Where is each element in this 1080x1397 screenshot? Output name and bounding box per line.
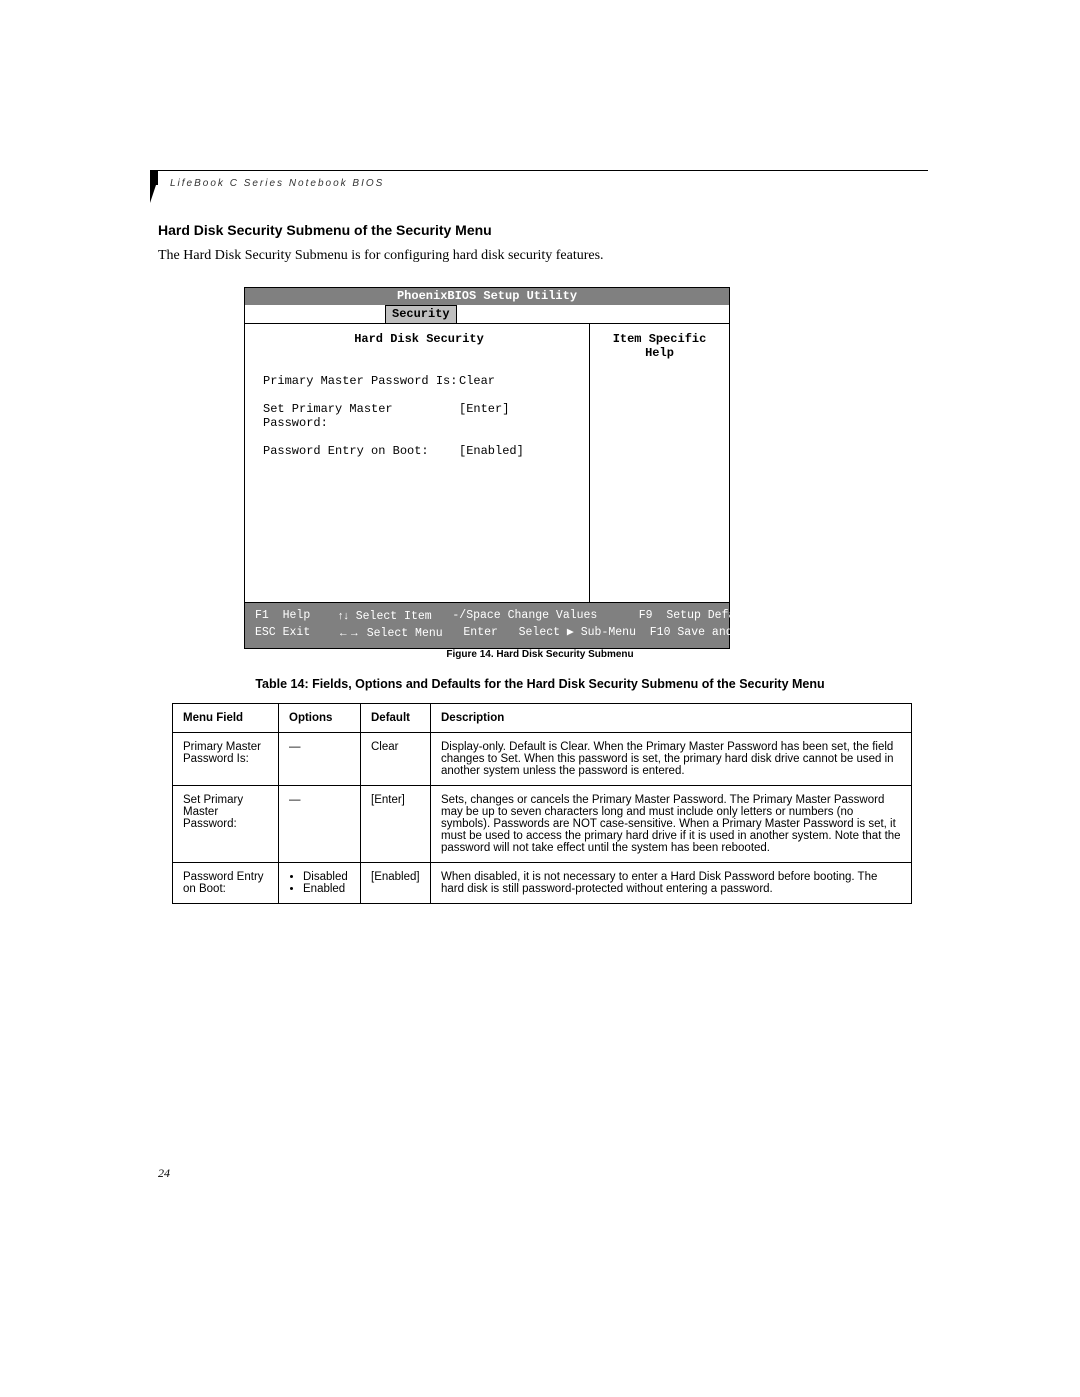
key-action: Exit xyxy=(283,626,311,639)
key-f1: F1 xyxy=(255,609,269,622)
page-number: 24 xyxy=(158,1166,170,1181)
option-item: Disabled xyxy=(303,871,350,883)
key-action: Help xyxy=(283,609,311,622)
cell-default: [Enabled] xyxy=(361,863,431,904)
cell-menu-field: Set Primary Master Password: xyxy=(173,786,279,863)
key-action: Setup Defaults xyxy=(666,609,763,622)
table-title: Table 14: Fields, Options and Defaults f… xyxy=(0,677,1080,691)
key-enter: Enter xyxy=(463,626,498,639)
cell-default: Clear xyxy=(361,733,431,786)
key-minus-space: -/Space xyxy=(452,609,500,622)
figure-caption: Figure 14. Hard Disk Security Submenu xyxy=(0,649,1080,660)
bios-field-set-primary-master[interactable]: Set Primary Master Password: [Enter] xyxy=(263,402,575,430)
bios-tab-bar: Security xyxy=(245,305,729,324)
bios-field-label: Password Entry on Boot: xyxy=(263,444,459,458)
arrows-left-right-icon: ←→ xyxy=(338,627,360,639)
key-action: Select Item xyxy=(356,610,432,623)
key-action: Change Values xyxy=(508,609,598,622)
table-header-row: Menu Field Options Default Description xyxy=(173,704,912,733)
header-marker-icon xyxy=(150,185,156,203)
cell-options: — xyxy=(279,733,361,786)
bios-main-panel: Hard Disk Security Primary Master Passwo… xyxy=(245,324,590,602)
key-esc: ESC xyxy=(255,626,276,639)
cell-menu-field: Password Entry on Boot: xyxy=(173,863,279,904)
option-item: Enabled xyxy=(303,883,350,895)
table-row: Set Primary Master Password: — [Enter] S… xyxy=(173,786,912,863)
table-row: Password Entry on Boot: Disabled Enabled… xyxy=(173,863,912,904)
bios-figure: PhoenixBIOS Setup Utility Security Hard … xyxy=(244,287,730,649)
bios-utility-title: PhoenixBIOS Setup Utility xyxy=(245,288,729,305)
cell-description: When disabled, it is not necessary to en… xyxy=(431,863,912,904)
bios-key-legend: F1 Help ↑↓ Select Item -/Space Change Va… xyxy=(245,603,729,648)
running-header: LifeBook C Series Notebook BIOS xyxy=(170,178,384,189)
section-heading: Hard Disk Security Submenu of the Securi… xyxy=(158,222,492,238)
cell-default: [Enter] xyxy=(361,786,431,863)
bios-field-value: [Enter] xyxy=(459,402,509,430)
bios-tab-security[interactable]: Security xyxy=(385,305,457,323)
intro-paragraph: The Hard Disk Security Submenu is for co… xyxy=(158,248,604,264)
bios-help-panel: Item Specific Help xyxy=(590,324,729,602)
arrows-up-down-icon: ↑↓ xyxy=(338,610,349,622)
cell-options: — xyxy=(279,786,361,863)
key-f10: F10 xyxy=(650,626,671,639)
col-default: Default xyxy=(361,704,431,733)
col-menu-field: Menu Field xyxy=(173,704,279,733)
cell-description: Display-only. Default is Clear. When the… xyxy=(431,733,912,786)
cell-description: Sets, changes or cancels the Primary Mas… xyxy=(431,786,912,863)
key-action: Save and Exit xyxy=(677,626,767,639)
bios-help-title: Item Specific Help xyxy=(598,332,721,360)
bios-submenu-title: Hard Disk Security xyxy=(263,332,575,346)
col-description: Description xyxy=(431,704,912,733)
bios-field-password-entry-boot[interactable]: Password Entry on Boot: [Enabled] xyxy=(263,444,575,458)
table-row: Primary Master Password Is: — Clear Disp… xyxy=(173,733,912,786)
bios-field-value: [Enabled] xyxy=(459,444,524,458)
document-page: LifeBook C Series Notebook BIOS Hard Dis… xyxy=(0,0,1080,1397)
bios-field-value: Clear xyxy=(459,374,495,388)
fields-table: Menu Field Options Default Description P… xyxy=(172,703,912,904)
key-action: Select Menu xyxy=(367,627,443,640)
bios-field-label: Set Primary Master Password: xyxy=(263,402,459,430)
bios-field-primary-master-status: Primary Master Password Is: Clear xyxy=(263,374,575,388)
cell-menu-field: Primary Master Password Is: xyxy=(173,733,279,786)
col-options: Options xyxy=(279,704,361,733)
cell-options: Disabled Enabled xyxy=(279,863,361,904)
header-rule xyxy=(158,170,928,171)
key-f9: F9 xyxy=(639,609,653,622)
bios-field-label: Primary Master Password Is: xyxy=(263,374,459,388)
key-action: Select ▶ Sub-Menu xyxy=(519,626,636,639)
